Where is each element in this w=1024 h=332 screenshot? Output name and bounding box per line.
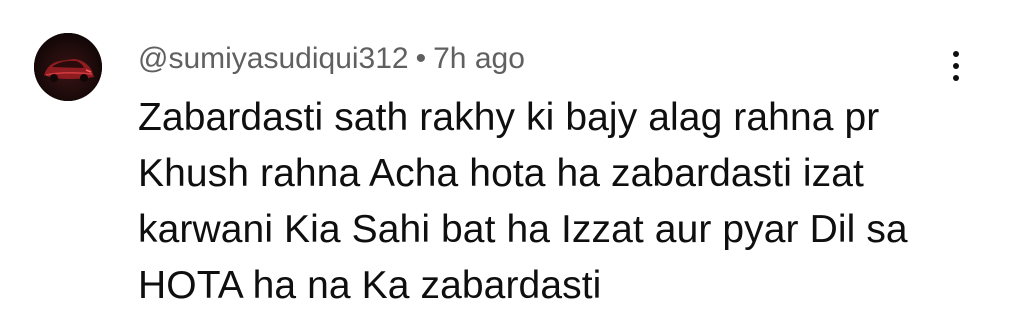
avatar[interactable] [34, 33, 102, 101]
more-vertical-icon-dot [953, 75, 959, 81]
car-avatar-icon [34, 33, 102, 101]
meta-separator: • [415, 42, 427, 75]
more-options-button[interactable] [938, 44, 974, 88]
comment-text: Zabardasti sath rakhy ki bajy alag rahna… [138, 96, 908, 307]
comment-meta: @sumiyasudiqui312 • 7h ago [138, 40, 525, 78]
comment-item: @sumiyasudiqui312 • 7h ago Zabardasti sath… [0, 0, 1024, 332]
more-vertical-icon-dot [953, 63, 959, 69]
comment-timestamp[interactable]: 7h ago [433, 42, 525, 75]
more-vertical-icon [953, 51, 959, 57]
author-handle[interactable]: @sumiyasudiqui312 [138, 42, 409, 75]
